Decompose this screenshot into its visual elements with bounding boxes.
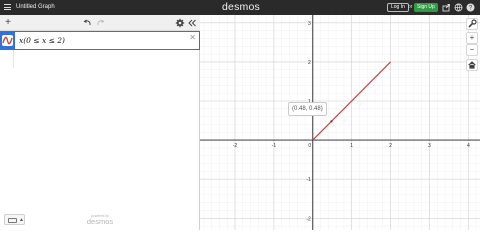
y-tick-label: 2 xyxy=(308,60,311,66)
or-label: or xyxy=(408,4,413,10)
caret-up-icon: ▲ xyxy=(19,217,24,223)
keyboard-toggle-button[interactable]: ▲ xyxy=(4,214,25,225)
zoom-in-icon[interactable]: + xyxy=(466,32,478,44)
expression-toolbar: + xyxy=(0,15,200,31)
signup-button[interactable]: Sign Up xyxy=(414,3,438,12)
point-coordinate-label: (0.48, 0.48) xyxy=(288,102,327,116)
x-tick-label: 4 xyxy=(467,143,470,149)
powered-by-desmos[interactable]: powered by desmos xyxy=(86,214,114,226)
x-tick-label: 3 xyxy=(428,143,431,149)
share-icon[interactable] xyxy=(442,3,451,12)
login-button[interactable]: Log In xyxy=(387,3,409,12)
expression-row[interactable]: x(0 ≤ x ≤ 2) ✕ xyxy=(0,31,200,50)
y-tick-label: -2 xyxy=(306,216,311,222)
top-bar: Untitled Graph desmos Log In or Sign Up … xyxy=(0,0,480,15)
double-chevron-left-icon[interactable] xyxy=(187,18,197,28)
menu-icon[interactable] xyxy=(4,4,11,10)
redo-icon[interactable] xyxy=(96,18,106,28)
plus-icon[interactable]: + xyxy=(3,18,13,28)
desmos-logo: desmos xyxy=(222,1,260,13)
graph-paper[interactable]: -2-101234321-1-2 xyxy=(200,15,480,230)
help-icon[interactable]: ? xyxy=(466,3,475,12)
x-tick-label: -2 xyxy=(233,143,238,149)
powered-by-logo: desmos xyxy=(86,217,114,226)
gear-icon[interactable] xyxy=(175,18,185,28)
keyboard-icon xyxy=(8,218,17,223)
home-icon[interactable] xyxy=(466,59,478,71)
undo-icon[interactable] xyxy=(82,18,92,28)
curve-point xyxy=(330,120,333,123)
y-tick-label: -1 xyxy=(306,177,311,183)
graph-canvas[interactable]: -2-101234321-1-2 xyxy=(200,15,480,230)
expression-panel: + x(0 ≤ x ≤ 2) ✕ ▲ powered by desmos xyxy=(0,15,200,230)
x-tick-label: 2 xyxy=(389,143,392,149)
zoom-out-icon[interactable]: − xyxy=(466,44,478,56)
x-tick-label: 1 xyxy=(350,143,353,149)
globe-icon[interactable] xyxy=(454,3,463,12)
y-tick-label: 3 xyxy=(308,21,311,27)
expression-gutter[interactable] xyxy=(1,32,15,49)
wrench-icon[interactable] xyxy=(466,18,478,30)
x-tick-label: -1 xyxy=(272,143,277,149)
x-tick-label: 0 xyxy=(308,143,311,149)
delete-expression-icon[interactable]: ✕ xyxy=(189,33,196,43)
empty-expression-gutter[interactable] xyxy=(0,50,14,68)
curve-color-icon[interactable] xyxy=(2,35,13,46)
expression-input[interactable]: x(0 ≤ x ≤ 2) xyxy=(19,35,65,46)
graph-title[interactable]: Untitled Graph xyxy=(16,3,55,12)
